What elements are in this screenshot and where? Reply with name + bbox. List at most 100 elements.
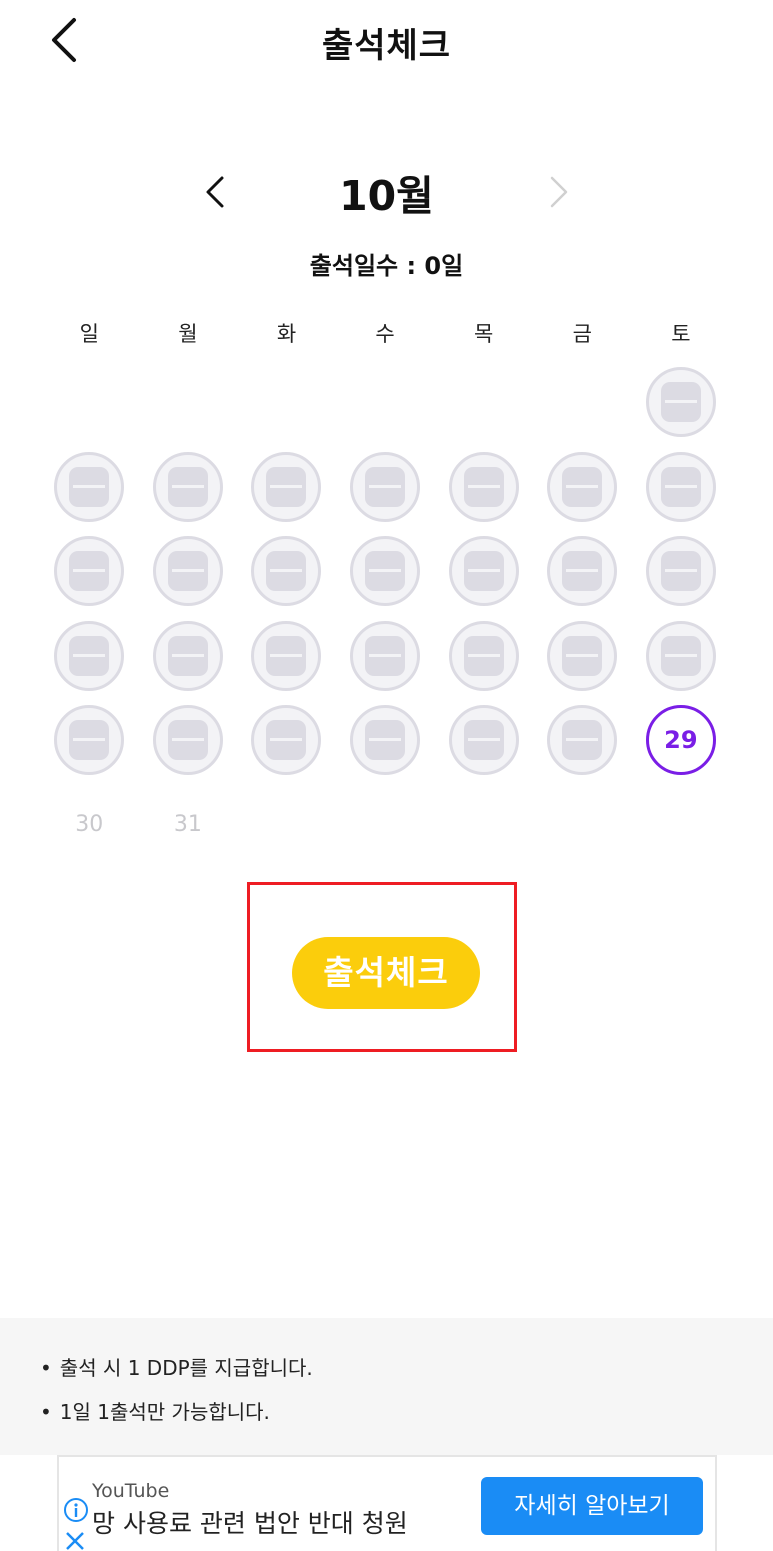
attendance-count: 출석일수 : 0일 xyxy=(309,252,464,280)
calendar-day-cell xyxy=(139,614,238,699)
stamp-placeholder-icon xyxy=(152,536,223,607)
ad-source: YouTube xyxy=(92,1480,170,1502)
calendar-empty-cell xyxy=(139,360,238,445)
weekday-label: 화 xyxy=(276,322,297,346)
page-title: 출석체크 xyxy=(321,26,452,66)
stamp-inner-shape xyxy=(660,551,701,592)
calendar-empty-cell xyxy=(533,360,632,445)
calendar-day-cell xyxy=(533,529,632,614)
stamp-inner-shape xyxy=(365,720,406,761)
stamp-placeholder-icon xyxy=(448,705,519,776)
today-day-number: 29 xyxy=(645,705,716,776)
stamp-inner-shape xyxy=(266,635,307,676)
calendar-empty-cell xyxy=(336,360,435,445)
calendar-day-cell xyxy=(434,614,533,699)
attendance-check-button[interactable]: 출석체크 xyxy=(292,937,480,1009)
calendar-day-cell xyxy=(336,614,435,699)
stamp-placeholder-icon xyxy=(54,536,125,607)
stamp-inner-shape xyxy=(562,466,603,507)
stamp-placeholder-icon xyxy=(448,620,519,691)
calendar-day-cell xyxy=(533,614,632,699)
ad-cta-button[interactable]: 자세히 알아보기 xyxy=(481,1477,703,1535)
stamp-inner-shape xyxy=(365,635,406,676)
chevron-right-icon xyxy=(550,176,568,208)
stamp-placeholder-icon xyxy=(547,451,618,522)
stamp-inner-shape xyxy=(463,720,504,761)
stamp-placeholder-icon xyxy=(448,451,519,522)
month-label: 10월 xyxy=(339,172,434,220)
stamp-placeholder-icon xyxy=(547,705,618,776)
stamp-inner-shape xyxy=(365,551,406,592)
weekday-label: 목 xyxy=(474,322,494,346)
ad-title[interactable]: 망 사용료 관련 법안 반대 청원 xyxy=(92,1504,408,1540)
stamp-inner-shape xyxy=(167,466,208,507)
stamp-placeholder-icon xyxy=(547,536,618,607)
calendar-day-cell xyxy=(336,529,435,614)
stamp-inner-shape xyxy=(660,466,701,507)
stamp-placeholder-icon xyxy=(54,451,125,522)
stamp-inner-shape xyxy=(167,635,208,676)
note-item: 출석 시 1 DDP를 지급합니다. xyxy=(40,1352,313,1381)
future-day-number: 30 xyxy=(75,812,104,838)
stamp-inner-shape xyxy=(266,551,307,592)
stamp-inner-shape xyxy=(660,635,701,676)
stamp-placeholder-icon xyxy=(251,451,322,522)
stamp-inner-shape xyxy=(562,720,603,761)
stamp-inner-shape xyxy=(562,635,603,676)
calendar-day-cell xyxy=(139,698,238,783)
calendar-day-cell-future: 30 xyxy=(40,783,139,868)
ad-banner[interactable]: YouTube 망 사용료 관련 법안 반대 청원 자세히 알아보기 xyxy=(57,1455,717,1551)
close-icon[interactable] xyxy=(63,1529,87,1551)
stamp-placeholder-icon xyxy=(54,705,125,776)
attendance-page: 출석체크 10월 출석일수 : 0일 일 월 화 수 목 금 토 29 30 31 출석체크 출… xyxy=(0,0,773,1551)
stamp-placeholder-icon xyxy=(547,620,618,691)
calendar-day-cell xyxy=(139,445,238,530)
calendar-day-cell xyxy=(237,698,336,783)
stamp-inner-shape xyxy=(69,635,110,676)
calendar-day-cell-future: 31 xyxy=(139,783,238,868)
next-month-button xyxy=(536,168,580,216)
calendar-day-cell xyxy=(336,698,435,783)
calendar-grid: 29 30 31 xyxy=(40,360,730,867)
calendar-day-cell-today[interactable]: 29 xyxy=(632,698,731,783)
attendance-calendar: 일 월 화 수 목 금 토 29 30 31 xyxy=(40,316,730,867)
calendar-day-cell xyxy=(237,529,336,614)
calendar-day-cell xyxy=(40,445,139,530)
note-item: 1일 1출석만 가능합니다. xyxy=(40,1396,270,1425)
weekday-label: 토 xyxy=(671,322,691,346)
weekday-header: 일월화수목금토 xyxy=(40,316,730,352)
calendar-day-cell xyxy=(632,529,731,614)
stamp-placeholder-icon xyxy=(152,620,223,691)
calendar-day-cell xyxy=(632,445,731,530)
info-icon[interactable] xyxy=(63,1497,89,1523)
weekday-label: 수 xyxy=(375,322,395,346)
weekday-label: 일 xyxy=(79,322,99,346)
stamp-placeholder-icon xyxy=(645,536,716,607)
stamp-placeholder-icon xyxy=(350,705,421,776)
calendar-day-cell xyxy=(336,445,435,530)
calendar-day-cell xyxy=(434,698,533,783)
calendar-day-cell xyxy=(434,445,533,530)
stamp-inner-shape xyxy=(167,720,208,761)
stamp-inner-shape xyxy=(365,466,406,507)
stamp-placeholder-icon xyxy=(350,451,421,522)
stamp-inner-shape xyxy=(463,466,504,507)
calendar-day-cell xyxy=(632,360,731,445)
stamp-inner-shape xyxy=(660,382,701,423)
stamp-inner-shape xyxy=(167,551,208,592)
calendar-day-cell xyxy=(40,698,139,783)
calendar-day-cell xyxy=(40,529,139,614)
info-notes: 출석 시 1 DDP를 지급합니다. 1일 1출석만 가능합니다. xyxy=(0,1318,773,1455)
stamp-placeholder-icon xyxy=(152,451,223,522)
calendar-day-cell xyxy=(632,614,731,699)
stamp-placeholder-icon xyxy=(645,367,716,438)
calendar-day-cell xyxy=(237,614,336,699)
stamp-placeholder-icon xyxy=(645,451,716,522)
stamp-placeholder-icon xyxy=(350,536,421,607)
stamp-inner-shape xyxy=(463,635,504,676)
stamp-placeholder-icon xyxy=(448,536,519,607)
calendar-day-cell xyxy=(237,445,336,530)
calendar-day-cell xyxy=(40,614,139,699)
stamp-placeholder-icon xyxy=(645,620,716,691)
calendar-day-cell xyxy=(434,529,533,614)
